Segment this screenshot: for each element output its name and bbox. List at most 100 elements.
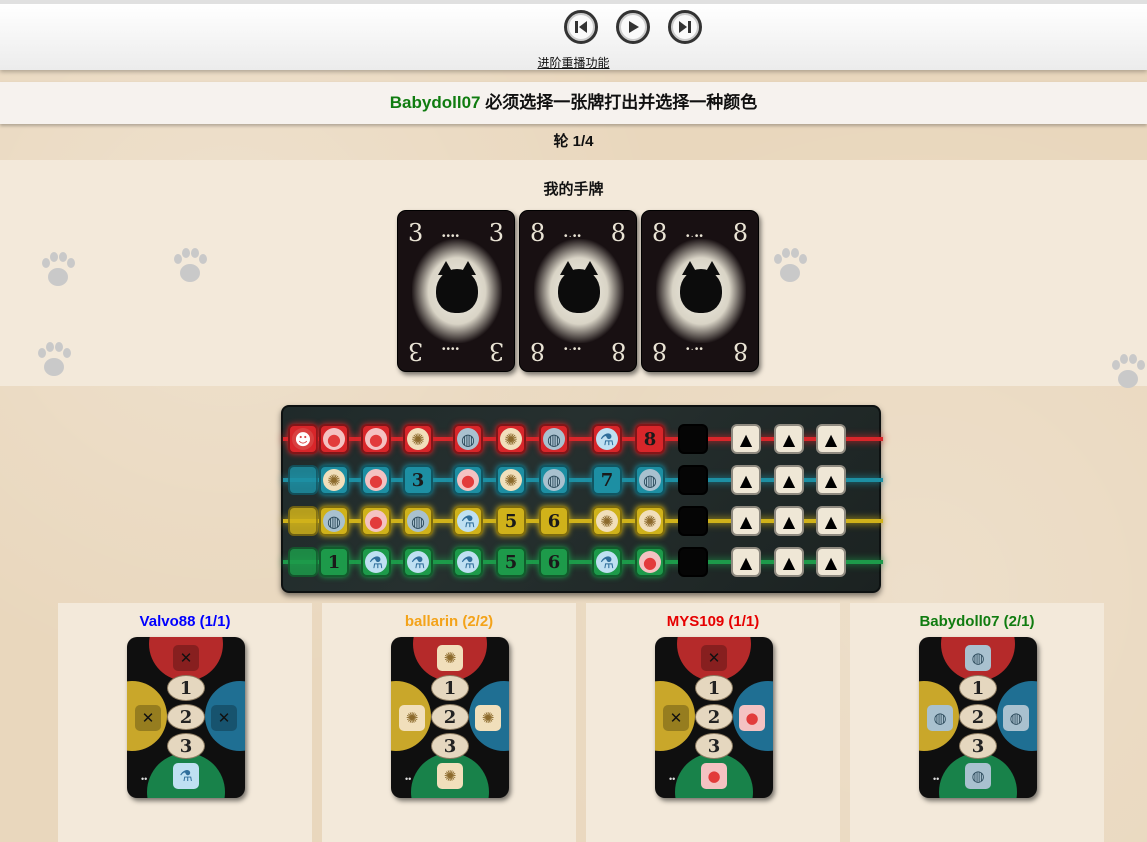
- atom-icon: ✺: [437, 645, 463, 671]
- egg-slot: 3: [695, 733, 733, 759]
- white-cat-icon[interactable]: ▲: [816, 424, 846, 454]
- player-panel: Babydoll07 (2/1) 1 2 3 ◍ ◍ ◍ ◍ ••: [850, 603, 1104, 842]
- bomb-icon: ●: [701, 763, 727, 789]
- hand-card[interactable]: 8 8 8 8 •·•• •·••: [641, 210, 759, 372]
- board-cell-number[interactable]: 5: [496, 506, 526, 536]
- player-name: ballarin (2/2): [404, 613, 494, 630]
- flask-icon[interactable]: ⚗: [453, 547, 483, 577]
- white-cat-icon[interactable]: ▲: [731, 424, 761, 454]
- cat-icon: [558, 261, 600, 313]
- card-pips: ••••: [442, 344, 461, 355]
- flask-icon: ⚗: [173, 763, 199, 789]
- card-value: 8: [610, 337, 626, 365]
- atom-icon[interactable]: ✺: [319, 465, 349, 495]
- board-cell-empty[interactable]: [288, 506, 318, 536]
- turn-status: Babydoll07 必须选择一张牌打出并选择一种颜色: [0, 82, 1147, 124]
- white-cat-icon[interactable]: ▲: [774, 465, 804, 495]
- planet-icon[interactable]: ◍: [453, 424, 483, 454]
- black-cat-icon[interactable]: [678, 506, 708, 536]
- x-icon: ✕: [211, 705, 237, 731]
- skip-back-button[interactable]: [564, 10, 598, 44]
- egg-slot: 2: [695, 704, 733, 730]
- white-cat-icon[interactable]: ▲: [774, 506, 804, 536]
- flask-icon[interactable]: ⚗: [361, 547, 391, 577]
- planet-icon[interactable]: ◍: [539, 424, 569, 454]
- hand-card[interactable]: 8 8 8 8 •·•• •·••: [519, 210, 637, 372]
- board-cell-number[interactable]: 3: [403, 465, 433, 495]
- board-cell-number[interactable]: 7: [592, 465, 622, 495]
- bomb-icon: ●: [739, 705, 765, 731]
- cat-icon: [436, 261, 478, 313]
- bomb-icon[interactable]: ●: [635, 547, 665, 577]
- planet-icon: ◍: [927, 705, 953, 731]
- planet-icon[interactable]: ◍: [539, 465, 569, 495]
- card-value: 3: [488, 337, 504, 365]
- skip-forward-button[interactable]: [668, 10, 702, 44]
- egg-slot: 1: [431, 675, 469, 701]
- player-card[interactable]: 1 2 3 ✕ ✕ ● ● ••: [655, 637, 773, 798]
- card-pips: •·••: [564, 231, 582, 242]
- player-card[interactable]: 1 2 3 ◍ ◍ ◍ ◍ ••: [919, 637, 1037, 798]
- white-cat-icon[interactable]: ▲: [731, 547, 761, 577]
- player-name: MYS109 (1/1): [666, 613, 760, 630]
- white-cat-icon[interactable]: ▲: [774, 547, 804, 577]
- flask-icon[interactable]: ⚗: [453, 506, 483, 536]
- flask-icon[interactable]: ⚗: [403, 547, 433, 577]
- skip-forward-icon: [679, 21, 691, 33]
- advanced-replay-link[interactable]: 进阶重播功能: [0, 54, 1147, 71]
- board-cell-number[interactable]: 6: [539, 547, 569, 577]
- board-cell-number[interactable]: 8: [635, 424, 665, 454]
- card-pips: •·••: [686, 344, 704, 355]
- bomb-icon[interactable]: ●: [361, 465, 391, 495]
- hand-cards: 3 3 3 3 •••• •••• 8 8 8 8 •·•• •·•• 8 8 …: [397, 210, 759, 372]
- card-pips: •·••: [564, 344, 582, 355]
- bomb-icon[interactable]: ●: [361, 424, 391, 454]
- card-value: 8: [652, 337, 668, 365]
- black-cat-icon[interactable]: [678, 424, 708, 454]
- bomb-icon[interactable]: ●: [361, 506, 391, 536]
- board-cell-number[interactable]: 6: [539, 506, 569, 536]
- black-cat-icon[interactable]: [678, 465, 708, 495]
- white-cat-icon[interactable]: ▲: [731, 506, 761, 536]
- egg-slot: 3: [167, 733, 205, 759]
- hand-area: 我的手牌 3 3 3 3 •••• •••• 8 8 8 8 •·•• •·••…: [0, 160, 1147, 388]
- white-cat-icon[interactable]: ▲: [774, 424, 804, 454]
- white-cat-icon[interactable]: ▲: [816, 547, 846, 577]
- player-card[interactable]: 1 2 3 ✕ ✕ ✕ ⚗ ••: [127, 637, 245, 798]
- white-cat-icon[interactable]: ▲: [816, 465, 846, 495]
- bomb-icon[interactable]: ●: [453, 465, 483, 495]
- board-cell-number[interactable]: 1: [319, 547, 349, 577]
- white-cat-icon[interactable]: ▲: [731, 465, 761, 495]
- board-cell-empty[interactable]: [288, 547, 318, 577]
- atom-icon[interactable]: ✺: [496, 424, 526, 454]
- planet-icon[interactable]: ◍: [319, 506, 349, 536]
- planet-icon[interactable]: ◍: [635, 465, 665, 495]
- atom-icon[interactable]: ✺: [635, 506, 665, 536]
- paw-print-icon: [772, 248, 808, 284]
- white-cat-icon[interactable]: ▲: [816, 506, 846, 536]
- egg-slot: 3: [431, 733, 469, 759]
- planet-icon: ◍: [1003, 705, 1029, 731]
- atom-icon[interactable]: ✺: [496, 465, 526, 495]
- flask-icon[interactable]: ⚗: [592, 547, 622, 577]
- planet-icon: ◍: [965, 645, 991, 671]
- hand-card[interactable]: 3 3 3 3 •••• ••••: [397, 210, 515, 372]
- card-value: 8: [652, 219, 668, 247]
- card-value: 8: [610, 219, 626, 247]
- planet-icon[interactable]: ◍: [403, 506, 433, 536]
- atom-icon: ✺: [475, 705, 501, 731]
- play-icon: [629, 21, 639, 33]
- atom-icon[interactable]: ✺: [592, 506, 622, 536]
- board-cell-empty[interactable]: [288, 465, 318, 495]
- player-card[interactable]: 1 2 3 ✺ ✺ ✺ ✺ ••: [391, 637, 509, 798]
- x-icon: ✕: [173, 645, 199, 671]
- atom-icon[interactable]: ✺: [403, 424, 433, 454]
- board-cell-number[interactable]: 5: [496, 547, 526, 577]
- black-cat-icon[interactable]: [678, 547, 708, 577]
- flask-icon[interactable]: ⚗: [592, 424, 622, 454]
- card-value: 8: [530, 337, 546, 365]
- bomb-icon[interactable]: ●: [319, 424, 349, 454]
- play-button[interactable]: [616, 10, 650, 44]
- cat-token-icon[interactable]: ☻: [288, 424, 318, 454]
- card-value: 8: [732, 337, 748, 365]
